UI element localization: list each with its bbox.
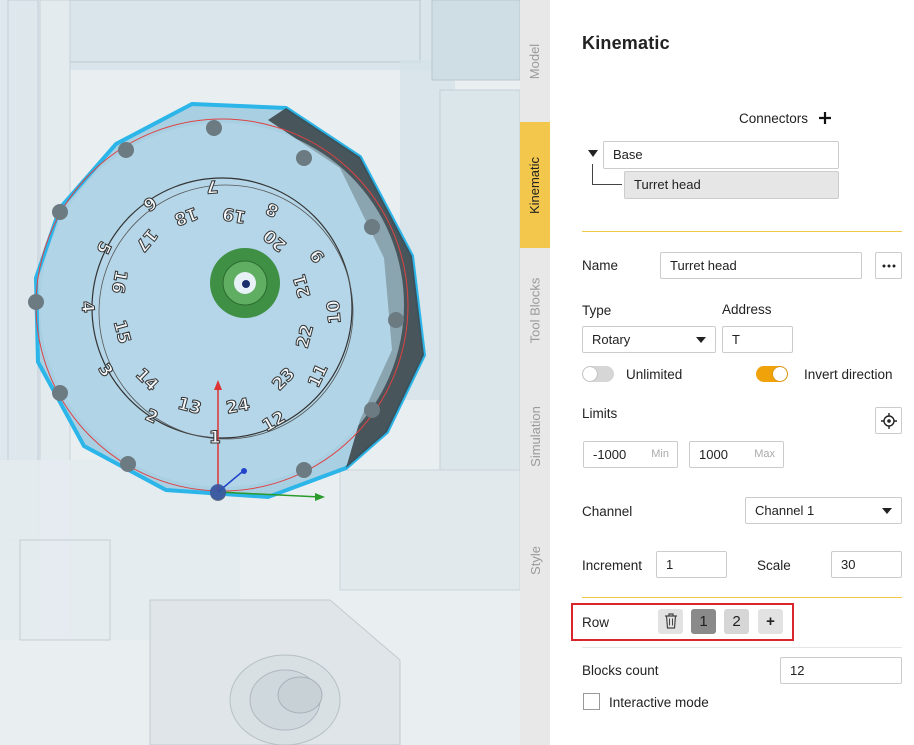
limit-min-hint: Min	[651, 448, 669, 460]
dial-number-16: 16	[107, 268, 131, 295]
tab-kinematic-label: Kinematic	[527, 156, 543, 214]
divider	[582, 647, 902, 648]
name-label: Name	[582, 258, 619, 273]
address-value: T	[732, 332, 740, 347]
kinematic-panel: Kinematic Connectors Base Turret head Na…	[550, 0, 914, 745]
limit-max-hint: Max	[754, 448, 775, 460]
row-item-2-label: 2	[732, 613, 741, 630]
type-select[interactable]: Rotary	[582, 326, 716, 353]
interactive-mode-label: Interactive mode	[609, 695, 709, 710]
dial-number-1: 1	[209, 428, 221, 448]
invert-direction-label: Invert direction	[804, 367, 893, 382]
crosshair-icon[interactable]	[875, 407, 902, 434]
tab-simulation-label: Simulation	[527, 405, 543, 467]
limit-max-input[interactable]: 1000 Max	[689, 441, 784, 468]
channel-label: Channel	[582, 504, 633, 519]
tree-connector-line	[592, 164, 593, 185]
address-label: Address	[722, 302, 772, 317]
tab-tool-blocks-label: Tool Blocks	[527, 277, 543, 343]
row-item-1[interactable]: 1	[691, 609, 716, 634]
interactive-mode-checkbox[interactable]	[583, 693, 600, 710]
tree-connector-branch	[592, 184, 622, 185]
unlimited-label: Unlimited	[626, 367, 683, 382]
tab-model-label: Model	[527, 43, 543, 79]
3d-viewport[interactable]: 1 2 3 4 5 6 7 8 9 10 11 12 13 14 15 16 1…	[0, 0, 520, 745]
tab-model[interactable]: Model	[520, 0, 550, 122]
tab-tool-blocks[interactable]: Tool Blocks	[520, 248, 550, 372]
limit-max-value: 1000	[699, 447, 728, 462]
tab-simulation[interactable]: Simulation	[520, 372, 550, 500]
tree-node-turret-head-label: Turret head	[634, 177, 701, 192]
name-input[interactable]: Turret head	[660, 252, 862, 279]
vertical-tab-bar: Model Kinematic Tool Blocks Simulation S…	[520, 0, 550, 745]
divider	[582, 231, 902, 232]
tab-kinematic[interactable]: Kinematic	[520, 122, 550, 248]
unlimited-toggle[interactable]	[582, 366, 614, 382]
dial-number-19: 19	[221, 203, 248, 227]
plus-icon[interactable]	[817, 110, 833, 126]
chevron-down-icon	[882, 508, 892, 514]
tree-node-turret-head[interactable]: Turret head	[624, 171, 839, 199]
address-input[interactable]: T	[722, 326, 793, 353]
limits-label: Limits	[582, 406, 618, 421]
blocks-count-label: Blocks count	[582, 663, 659, 678]
dial-number-7: 7	[205, 176, 219, 197]
row-item-1-label: 1	[699, 613, 708, 630]
limit-min-value: -1000	[593, 447, 627, 462]
limit-min-input[interactable]: -1000 Min	[583, 441, 678, 468]
name-value: Turret head	[670, 258, 737, 273]
dial-number-4: 4	[77, 300, 98, 314]
ellipsis-icon[interactable]	[875, 252, 902, 279]
type-label: Type	[582, 303, 612, 318]
increment-value: 1	[666, 557, 674, 572]
add-row-button[interactable]: +	[758, 609, 783, 634]
scale-input[interactable]: 30	[831, 551, 902, 578]
row-label: Row	[582, 615, 610, 630]
dial-number-24: 24	[225, 395, 252, 419]
toggle-knob	[773, 367, 787, 381]
divider	[582, 597, 902, 598]
increment-input[interactable]: 1	[656, 551, 727, 578]
expand-caret-icon[interactable]	[588, 150, 598, 157]
dial-number-10: 10	[324, 299, 346, 324]
tab-style-label: Style	[527, 545, 543, 575]
turret-scene: 1 2 3 4 5 6 7 8 9 10 11 12 13 14 15 16 1…	[0, 0, 520, 745]
tab-style[interactable]: Style	[520, 500, 550, 620]
toggle-knob	[583, 367, 597, 381]
type-value: Rotary	[592, 332, 631, 347]
chevron-down-icon	[696, 337, 706, 343]
trash-icon[interactable]	[658, 609, 683, 634]
scale-value: 30	[841, 557, 856, 572]
tree-node-base[interactable]: Base	[603, 141, 839, 169]
increment-label: Increment	[582, 558, 643, 573]
scale-label: Scale	[757, 558, 791, 573]
tree-node-base-label: Base	[613, 147, 643, 162]
channel-value: Channel 1	[755, 503, 815, 518]
blocks-count-value: 12	[790, 663, 805, 678]
blocks-count-input[interactable]: 12	[780, 657, 902, 684]
connectors-label: Connectors	[739, 111, 809, 126]
row-item-2[interactable]: 2	[724, 609, 749, 634]
channel-select[interactable]: Channel 1	[745, 497, 902, 524]
invert-direction-toggle[interactable]	[756, 366, 788, 382]
add-row-label: +	[766, 613, 775, 630]
page-title: Kinematic	[582, 33, 670, 53]
